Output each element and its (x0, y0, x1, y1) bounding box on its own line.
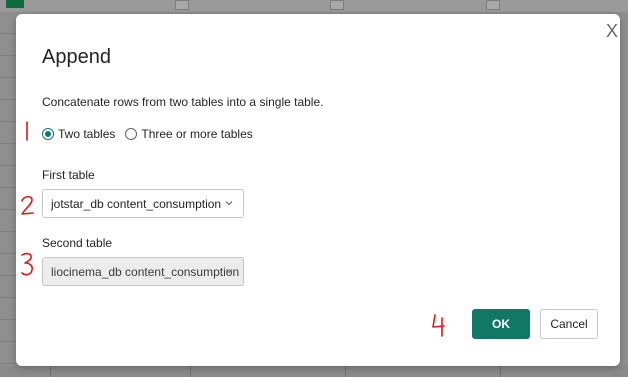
dialog-title: Append (42, 46, 111, 68)
background-header-strip (0, 0, 628, 12)
radio-two-tables[interactable]: Two tables (42, 127, 115, 141)
first-table-label: First table (42, 168, 95, 182)
append-dialog: X Append Concatenate rows from two table… (16, 14, 620, 366)
first-table-value: jotstar_db content_consumption (51, 196, 222, 211)
background-cell (175, 0, 189, 10)
second-table-value: liocinema_db content_consumption (51, 264, 240, 279)
annotation-number-3 (21, 252, 33, 276)
annotation-number-2 (21, 195, 34, 215)
table-count-radio-group: Two tables Three or more tables (42, 126, 263, 142)
annotation-number-4 (432, 314, 445, 337)
dialog-description: Concatenate rows from two tables into a … (42, 95, 324, 109)
background-cell (330, 0, 344, 10)
radio-three-or-more-label: Three or more tables (141, 127, 253, 141)
ok-button[interactable]: OK (472, 309, 530, 339)
annotation-number-1 (26, 121, 28, 141)
radio-two-tables-label: Two tables (58, 127, 116, 141)
first-table-select[interactable]: jotstar_db content_consumption (42, 189, 244, 218)
second-table-select[interactable]: liocinema_db content_consumption (42, 257, 244, 286)
cancel-button[interactable]: Cancel (540, 309, 598, 339)
chevron-down-icon (225, 201, 233, 206)
background-row-gutter (0, 12, 16, 377)
background-bottom-strip (0, 366, 628, 377)
radio-checked-icon[interactable] (42, 128, 54, 140)
close-icon[interactable]: X (603, 22, 621, 40)
second-table-label: Second table (42, 236, 113, 250)
radio-unchecked-icon[interactable] (125, 128, 138, 140)
chevron-down-icon (225, 269, 233, 274)
background-cell (486, 0, 500, 10)
background-green-tab (6, 0, 24, 8)
radio-three-or-more-tables[interactable]: Three or more tables (125, 127, 253, 141)
